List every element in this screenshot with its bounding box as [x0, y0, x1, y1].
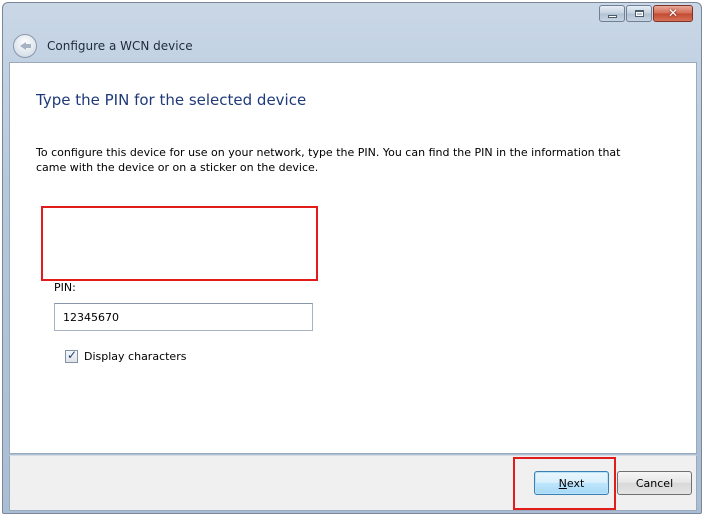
close-icon: ✕: [667, 6, 679, 20]
wizard-title: Configure a WCN device: [47, 39, 193, 53]
wizard-content: Type the PIN for the selected device To …: [9, 62, 697, 454]
back-arrow-bar: [25, 44, 31, 48]
cancel-button[interactable]: Cancel: [617, 471, 692, 495]
pin-label: PIN:: [54, 281, 76, 294]
display-characters-checkbox[interactable]: ✓: [65, 348, 78, 363]
maximize-button[interactable]: [626, 5, 652, 22]
wizard-window: ✕ Configure a WCN device Type the PIN fo…: [2, 2, 702, 514]
next-label-rest: ext: [566, 476, 585, 490]
display-characters-option[interactable]: ✓ Display characters: [65, 348, 187, 363]
next-button[interactable]: Next: [534, 471, 609, 495]
back-button[interactable]: [13, 34, 37, 58]
pin-input[interactable]: [54, 303, 313, 331]
page-heading: Type the PIN for the selected device: [36, 91, 307, 109]
close-button[interactable]: ✕: [653, 5, 693, 22]
checkmark-icon: ✓: [67, 348, 78, 362]
wizard-header: Configure a WCN device: [9, 31, 697, 61]
next-label-accelerator: N: [558, 476, 567, 490]
title-bar[interactable]: ✕: [3, 3, 701, 31]
wizard-footer: Next Cancel: [9, 455, 697, 511]
instructions-text: To configure this device for use on your…: [36, 146, 621, 174]
caption-buttons: ✕: [599, 5, 693, 22]
minimize-icon: [608, 15, 617, 18]
display-characters-label: Display characters: [84, 350, 187, 363]
maximize-icon: [635, 10, 644, 17]
minimize-button[interactable]: [599, 5, 625, 22]
